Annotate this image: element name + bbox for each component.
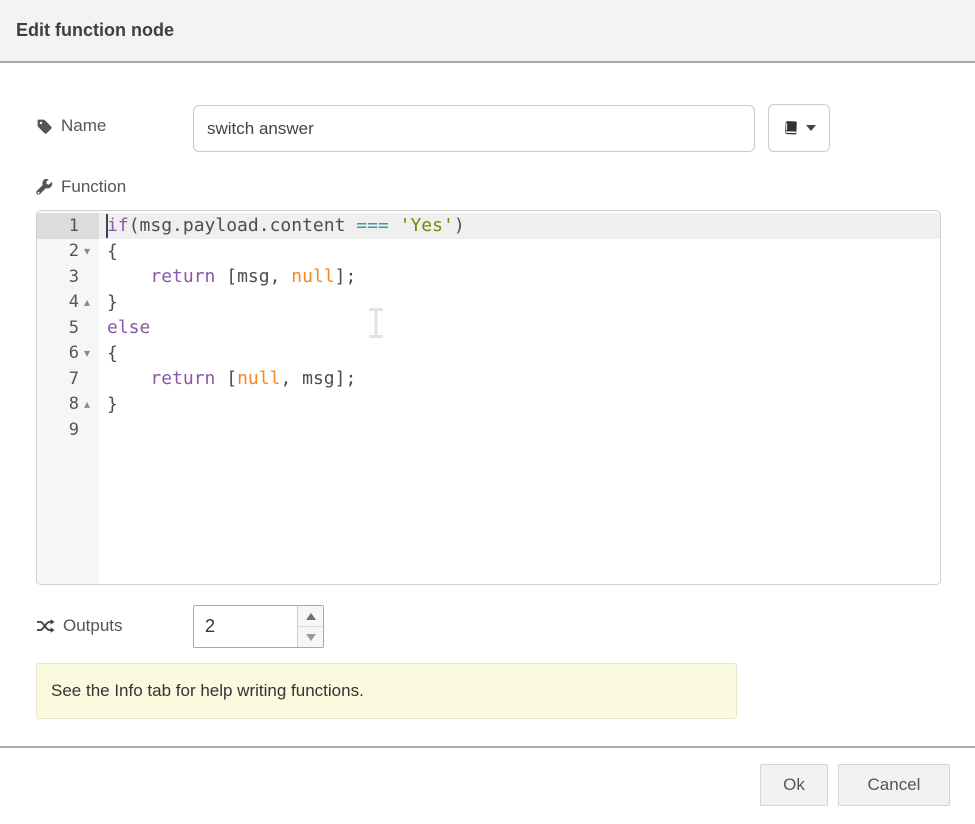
line-number: 1 [69, 216, 79, 236]
outputs-input[interactable] [194, 606, 297, 647]
function-field-label: Function [36, 177, 126, 197]
token-plain: { [107, 241, 118, 262]
code-line-2[interactable]: { [99, 239, 940, 265]
code-line-8[interactable]: } [99, 392, 940, 418]
name-input[interactable] [193, 105, 755, 152]
code-line-5[interactable]: else [99, 315, 940, 341]
token-keyword: if [107, 215, 129, 236]
form-tip-text: See the Info tab for help writing functi… [51, 681, 364, 701]
outputs-spinner [193, 605, 324, 648]
line-number: 3 [69, 267, 79, 287]
gutter-line-5[interactable]: 5 [37, 315, 99, 341]
text-cursor [106, 214, 108, 238]
spinner-down-button[interactable] [298, 627, 323, 647]
token-plain: ]; [335, 266, 357, 287]
line-number: 5 [69, 318, 79, 338]
token-plain [389, 215, 400, 236]
library-button[interactable] [768, 104, 830, 152]
name-field-label: Name [36, 116, 106, 136]
fold-end-icon[interactable]: ▴ [79, 296, 95, 308]
token-string: 'Yes' [400, 215, 454, 236]
token-operator: === [356, 215, 389, 236]
gutter-line-3[interactable]: 3 [37, 264, 99, 290]
fold-end-icon[interactable]: ▴ [79, 398, 95, 410]
function-field-label-text: Function [61, 177, 126, 197]
book-icon [783, 120, 799, 136]
editor-code[interactable]: if(msg.payload.content === 'Yes'){ retur… [99, 211, 940, 584]
caret-down-icon [806, 125, 816, 131]
ok-button[interactable]: Ok [760, 764, 828, 806]
cancel-button[interactable]: Cancel [838, 764, 950, 806]
spinner-down-icon [306, 634, 316, 641]
dialog-header: Edit function node [0, 0, 975, 63]
token-plain: [ [215, 368, 237, 389]
gutter-line-4[interactable]: 4▴ [37, 290, 99, 316]
fold-start-icon[interactable]: ▾ [79, 245, 95, 257]
token-plain [107, 266, 150, 287]
dialog-title: Edit function node [16, 20, 174, 41]
token-plain: , msg]; [280, 368, 356, 389]
gutter-line-7[interactable]: 7 [37, 366, 99, 392]
code-line-9[interactable] [99, 417, 940, 443]
spinner-up-icon [306, 613, 316, 620]
outputs-field-label: Outputs [36, 616, 123, 636]
token-keyword: return [150, 368, 215, 389]
code-line-6[interactable]: { [99, 341, 940, 367]
line-number: 4 [69, 292, 79, 312]
token-plain: } [107, 394, 118, 415]
tag-icon [36, 118, 53, 135]
line-number: 6 [69, 343, 79, 363]
spinner-up-button[interactable] [298, 606, 323, 627]
token-plain: ) [454, 215, 465, 236]
token-constant: null [291, 266, 334, 287]
name-field-label-text: Name [61, 116, 106, 136]
token-plain: { [107, 343, 118, 364]
token-plain: } [107, 292, 118, 313]
line-number: 8 [69, 394, 79, 414]
code-line-7[interactable]: return [null, msg]; [99, 366, 940, 392]
form-tip: See the Info tab for help writing functi… [36, 663, 737, 719]
editor-gutter[interactable]: 12▾34▴56▾78▴9 [37, 211, 99, 584]
token-plain: (msg.payload.content [129, 215, 357, 236]
token-keyword: return [150, 266, 215, 287]
wrench-icon [36, 179, 53, 196]
token-plain: [msg, [215, 266, 291, 287]
line-number: 9 [69, 420, 79, 440]
token-constant: null [237, 368, 280, 389]
gutter-line-1[interactable]: 1 [37, 213, 99, 239]
code-line-4[interactable]: } [99, 290, 940, 316]
outputs-field-label-text: Outputs [63, 616, 123, 636]
footer-divider [0, 746, 975, 748]
gutter-line-8[interactable]: 8▴ [37, 392, 99, 418]
gutter-line-6[interactable]: 6▾ [37, 341, 99, 367]
gutter-line-9[interactable]: 9 [37, 417, 99, 443]
function-code-editor[interactable]: 12▾34▴56▾78▴9 if(msg.payload.content ===… [36, 210, 941, 585]
shuffle-icon [36, 618, 55, 634]
token-keyword: else [107, 317, 150, 338]
token-plain [107, 368, 150, 389]
gutter-line-2[interactable]: 2▾ [37, 239, 99, 265]
code-line-3[interactable]: return [msg, null]; [99, 264, 940, 290]
spinner-buttons [297, 606, 323, 647]
line-number: 2 [69, 241, 79, 261]
line-number: 7 [69, 369, 79, 389]
code-line-1[interactable]: if(msg.payload.content === 'Yes') [99, 213, 940, 239]
fold-start-icon[interactable]: ▾ [79, 347, 95, 359]
